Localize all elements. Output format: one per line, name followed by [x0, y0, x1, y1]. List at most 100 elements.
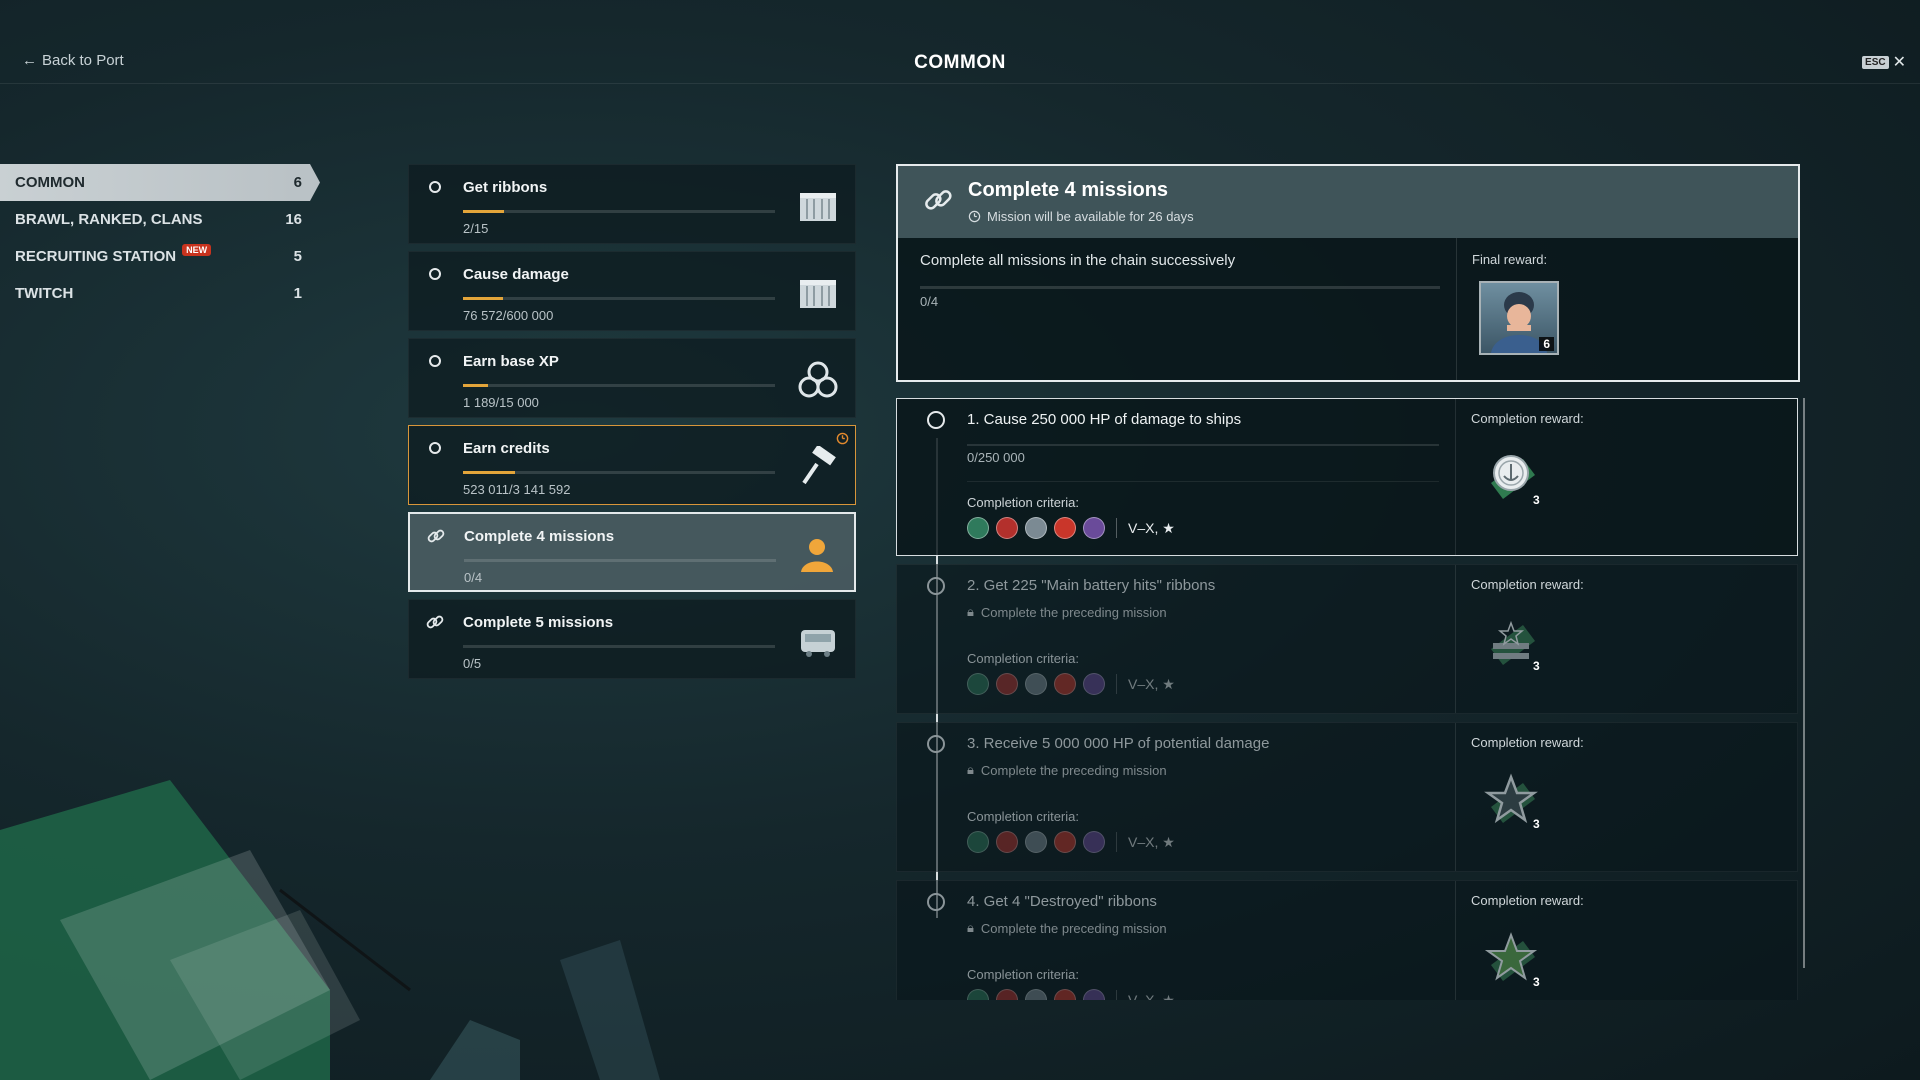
mission-card-earn-base-xp[interactable]: Earn base XP 1 189/15 000 — [408, 338, 856, 418]
chain-progress-bar — [920, 286, 1440, 289]
criteria-row: V–X, ★ — [967, 989, 1175, 1000]
completion-reward-label: Completion reward: — [1471, 735, 1584, 750]
category-common[interactable]: COMMON 6 — [0, 164, 320, 201]
category-recruiting-station[interactable]: RECRUITING STATION NEW 5 — [0, 238, 320, 275]
close-icon[interactable]: ✕ — [1893, 52, 1906, 72]
mission-title: Complete 4 missions — [464, 528, 615, 545]
top-bar: ← Back to Port COMMON ESC ✕ — [0, 0, 1920, 84]
divider — [1455, 565, 1456, 713]
lock-text: Complete the preceding mission — [980, 604, 1167, 620]
mission-progress-bar — [463, 297, 775, 300]
criteria-label: Completion criteria: — [967, 809, 1079, 824]
completion-reward-label: Completion reward: — [1471, 411, 1584, 426]
category-label: COMMON — [15, 174, 85, 191]
mission-title: Earn base XP — [463, 353, 559, 370]
divider — [1455, 399, 1456, 555]
availability-info: Mission will be available for 26 days — [968, 209, 1194, 224]
chain-link-icon — [925, 190, 952, 210]
reward-count: 3 — [1533, 659, 1540, 673]
completion-reward-label: Completion reward: — [1471, 577, 1584, 592]
progress-fill — [463, 210, 505, 213]
tier-range: V–X, ★ — [1128, 675, 1175, 692]
mission-card-complete-4-missions[interactable]: Complete 4 missions 0/4 — [408, 512, 856, 592]
final-reward-commander-portrait[interactable]: 6 — [1479, 281, 1559, 355]
mission-progress: 0/4 — [464, 570, 483, 585]
locked-info: 🔒︎ Complete the preceding mission — [967, 920, 1167, 936]
supply-crate-icon — [801, 630, 835, 657]
category-count: 5 — [293, 248, 302, 265]
chain-detail-header: Complete 4 missions Mission will be avai… — [898, 166, 1798, 238]
esc-key-hint: ESC — [1862, 55, 1889, 69]
chain-steps: 1. Cause 250 000 HP of damage to ships 0… — [896, 398, 1800, 1000]
category-count: 6 — [293, 174, 302, 191]
step-title: 4. Get 4 "Destroyed" ribbons — [967, 893, 1157, 910]
category-count: 1 — [293, 285, 302, 302]
step-status-circle-icon — [927, 893, 945, 911]
category-list: COMMON 6 BRAWL, RANKED, CLANS 16 RECRUIT… — [0, 164, 320, 312]
nation-flag-icon — [1054, 517, 1076, 539]
criteria-row: V–X, ★ — [967, 673, 1175, 695]
nation-flag-icon — [1025, 517, 1047, 539]
nation-flag-icon — [1025, 989, 1047, 1000]
mission-title: Earn credits — [463, 440, 550, 457]
criteria-row: V–X, ★ — [967, 831, 1175, 853]
category-brawl-ranked-clans[interactable]: BRAWL, RANKED, CLANS 16 — [0, 201, 320, 238]
container-icon — [800, 193, 836, 221]
criteria-label: Completion criteria: — [967, 495, 1079, 510]
chain-title: Complete 4 missions — [968, 179, 1169, 201]
progress-fill — [463, 471, 515, 474]
nation-flag-icon — [967, 673, 989, 695]
nation-flag-icon — [1083, 831, 1105, 853]
scrollbar-thumb[interactable] — [1803, 398, 1805, 968]
tier-range: V–X, ★ — [1128, 833, 1175, 850]
mission-progress: 0/5 — [463, 656, 482, 671]
mission-progress-bar — [463, 645, 775, 648]
divider — [1116, 990, 1117, 1000]
timer-icon — [836, 432, 849, 445]
nation-flag-icon — [1025, 673, 1047, 695]
chain-step-1[interactable]: 1. Cause 250 000 HP of damage to ships 0… — [896, 398, 1798, 556]
category-label-wrap: RECRUITING STATION NEW — [15, 243, 212, 265]
chain-step-2[interactable]: 2. Get 225 "Main battery hits" ribbons 🔒… — [896, 564, 1798, 714]
divider — [1116, 518, 1117, 538]
step-progress: 0/250 000 — [967, 450, 1025, 465]
chain-step-3[interactable]: 3. Receive 5 000 000 HP of potential dam… — [896, 722, 1798, 872]
mission-progress-bar — [463, 210, 775, 213]
mission-progress: 523 011/3 141 592 — [463, 482, 571, 497]
divider — [1116, 674, 1117, 694]
page-title: COMMON — [914, 52, 1006, 73]
chain-detail-card: Complete 4 missions Mission will be avai… — [896, 164, 1800, 382]
mission-card-get-ribbons[interactable]: Get ribbons 2/15 — [408, 164, 856, 244]
criteria-label: Completion criteria: — [967, 651, 1079, 666]
mission-card-complete-5-missions[interactable]: Complete 5 missions 0/5 — [408, 599, 856, 679]
step-title: 1. Cause 250 000 HP of damage to ships — [967, 411, 1242, 428]
category-twitch[interactable]: TWITCH 1 — [0, 275, 320, 312]
reward-count: 3 — [1533, 817, 1540, 831]
divider — [1456, 238, 1457, 380]
status-circle-icon — [429, 181, 441, 193]
mission-progress: 1 189/15 000 — [463, 395, 539, 410]
mission-list: Get ribbons 2/15 Cause damage 76 572/600… — [408, 164, 856, 686]
nation-flag-icon — [967, 831, 989, 853]
nation-flag-icon — [1083, 989, 1105, 1000]
close-control[interactable]: ESC ✕ — [1862, 52, 1906, 72]
category-label: BRAWL, RANKED, CLANS — [15, 211, 203, 228]
mission-card-cause-damage[interactable]: Cause damage 76 572/600 000 — [408, 251, 856, 331]
step-status-circle-icon — [927, 735, 945, 753]
mission-progress: 76 572/600 000 — [463, 308, 554, 323]
step-title: 2. Get 225 "Main battery hits" ribbons — [967, 577, 1216, 594]
divider — [1455, 881, 1456, 1000]
divider — [1455, 723, 1456, 871]
mission-card-earn-credits[interactable]: Earn credits 523 011/3 141 592 — [408, 425, 856, 505]
nation-flag-icon — [1083, 517, 1105, 539]
locked-info: 🔒︎ Complete the preceding mission — [967, 762, 1167, 778]
nation-flag-icon — [996, 517, 1018, 539]
chain-step-4[interactable]: 4. Get 4 "Destroyed" ribbons 🔒︎ Complete… — [896, 880, 1798, 1000]
category-label: TWITCH — [15, 285, 74, 302]
nation-flag-icon — [1025, 831, 1047, 853]
new-badge: NEW — [182, 243, 212, 256]
lock-text: Complete the preceding mission — [980, 920, 1167, 936]
nation-flag-icon — [996, 989, 1018, 1000]
criteria-row: V–X, ★ — [967, 517, 1175, 539]
completion-reward-label: Completion reward: — [1471, 893, 1584, 908]
